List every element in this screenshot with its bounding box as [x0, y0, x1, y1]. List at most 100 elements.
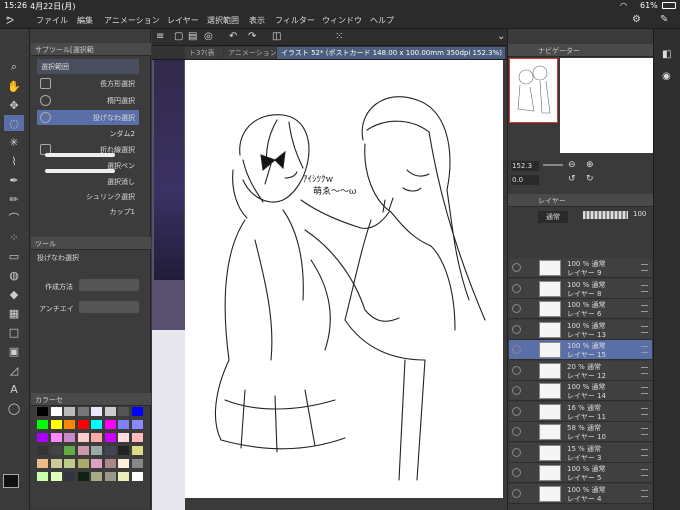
frame-icon[interactable]: ▣ — [4, 343, 24, 359]
color-swatch[interactable] — [91, 433, 102, 442]
layer-row[interactable]: 100 % 通常 レイヤー 6 — [509, 299, 652, 319]
color-swatch[interactable] — [50, 446, 62, 455]
move-icon[interactable]: ✥ — [4, 97, 24, 113]
menu-view[interactable]: 表示 — [249, 15, 265, 26]
color-swatch[interactable] — [131, 420, 143, 429]
object-icon[interactable]: ◉ — [662, 71, 671, 82]
subtool-shrink-select[interactable]: シュリンク選択 — [37, 189, 139, 204]
magic-wand-icon[interactable]: ✳ — [4, 134, 24, 150]
drawing-canvas[interactable]: ｱｲｼﾂｸw 萌ゑ〜〜ω — [185, 60, 503, 498]
color-swatch[interactable] — [64, 446, 75, 455]
tab-illustration-52[interactable]: イラスト 52* (ポストカード 148.00 x 100.00mm 350dp… — [277, 47, 505, 59]
eraser-icon[interactable]: ▭ — [4, 248, 24, 264]
color-swatch[interactable] — [118, 459, 129, 468]
rotate-right-icon[interactable]: ↻ — [586, 174, 594, 184]
opacity-slider[interactable] — [583, 211, 628, 219]
layer-row[interactable]: 100 % 通常 レイヤー 13 — [509, 319, 652, 340]
color-swatch[interactable] — [64, 420, 75, 429]
hand-icon[interactable]: ✋ — [4, 78, 24, 94]
blend-icon[interactable]: ◍ — [4, 267, 24, 283]
layer-options-icon[interactable] — [641, 448, 648, 456]
layer-row[interactable]: 15 % 通常 レイヤー 3 — [509, 442, 652, 463]
layer-row[interactable]: 100 % 通常 レイヤー 4 — [509, 483, 652, 504]
color-swatch[interactable] — [64, 407, 75, 416]
subtool-lasso-select[interactable]: 投げなわ選択 — [37, 110, 139, 125]
visibility-icon[interactable] — [512, 263, 521, 272]
color-swatch[interactable] — [37, 446, 48, 455]
color-swatch[interactable] — [37, 459, 48, 468]
color-swatch[interactable] — [50, 472, 62, 481]
color-swatch[interactable] — [77, 433, 89, 442]
color-swatch[interactable] — [50, 459, 62, 468]
zoom-icon[interactable]: ⌕ — [4, 59, 24, 75]
rotate-left-icon[interactable]: ↺ — [568, 174, 576, 184]
visibility-icon[interactable] — [512, 468, 521, 477]
undo-icon[interactable]: ↶ — [229, 31, 237, 42]
gradient-icon[interactable]: ▦ — [4, 305, 24, 321]
color-swatch[interactable] — [77, 407, 89, 416]
menu-filter[interactable]: フィルター — [275, 15, 315, 26]
color-swatch[interactable] — [104, 446, 116, 455]
color-swatch[interactable] — [64, 433, 75, 442]
subtool-cup1[interactable]: カップ1 — [37, 204, 139, 219]
menu-window[interactable]: ウィンドウ — [322, 15, 362, 26]
airbrush-icon[interactable]: ⁘ — [4, 229, 24, 245]
wrench-icon[interactable]: ✎ — [660, 14, 668, 25]
layer-options-icon[interactable] — [641, 387, 648, 394]
color-swatch[interactable] — [104, 407, 116, 416]
layer-options-icon[interactable] — [641, 305, 648, 312]
color-swatch[interactable] — [131, 407, 143, 416]
color-swatch[interactable] — [131, 433, 143, 442]
color-swatch[interactable] — [104, 433, 116, 442]
color-swatch[interactable] — [118, 472, 129, 481]
menu-edit[interactable]: 編集 — [77, 15, 93, 26]
layer-row[interactable]: 20 % 通常 レイヤー 12 — [509, 360, 652, 381]
chevron-down-icon[interactable]: ⌄ — [497, 31, 505, 42]
visibility-icon[interactable] — [512, 304, 521, 313]
color-swatch[interactable] — [37, 433, 48, 442]
layer-options-icon[interactable] — [641, 284, 648, 292]
layer-options-icon[interactable] — [641, 264, 648, 271]
pencil-icon[interactable]: ✏ — [4, 191, 24, 207]
layer-options-icon[interactable] — [641, 366, 648, 374]
color-swatch[interactable] — [104, 459, 116, 468]
navigator-thumbnail[interactable] — [509, 58, 558, 123]
layer-options-icon[interactable] — [641, 469, 648, 476]
color-swatch[interactable] — [64, 472, 75, 481]
color-swatch[interactable] — [91, 420, 102, 429]
visibility-icon[interactable] — [512, 283, 521, 293]
save-icon[interactable]: ◎ — [204, 31, 213, 42]
color-swatch[interactable] — [91, 407, 102, 416]
color-swatch[interactable] — [131, 472, 143, 481]
color-swatch[interactable] — [37, 407, 48, 416]
color-swatch[interactable] — [91, 459, 102, 468]
zoom-value[interactable]: 152.3 — [511, 161, 539, 171]
color-swatch[interactable] — [91, 472, 102, 481]
color-swatch[interactable] — [118, 433, 129, 442]
visibility-icon[interactable] — [512, 386, 521, 395]
app-logo-icon[interactable]: ᕗ — [6, 14, 14, 27]
open-icon[interactable]: ▤ — [188, 31, 197, 42]
zoom-out-icon[interactable]: ⊖ — [568, 160, 576, 170]
menu-help[interactable]: ヘルプ — [370, 15, 394, 26]
subtool-selection-eraser[interactable]: 選択消し — [37, 174, 139, 189]
redo-icon[interactable]: ↷ — [248, 31, 256, 42]
color-swatch[interactable] — [77, 446, 89, 455]
layer-row[interactable]: 100 % 通常 レイヤー 5 — [509, 463, 652, 483]
figure-icon[interactable]: □ — [4, 324, 24, 340]
tab-document-1[interactable]: ト37(表 — [185, 47, 223, 59]
layer-row[interactable]: 100 % 通常 レイヤー 8 — [509, 278, 652, 299]
color-swatch[interactable] — [64, 459, 75, 468]
subtool-ellipse-select[interactable]: 楕円選択 — [37, 93, 139, 108]
pen-icon[interactable]: ✒ — [4, 172, 24, 188]
layer-row[interactable]: 100 % 通常 レイヤー 15 — [509, 340, 652, 360]
ruler-icon[interactable]: ◿ — [4, 362, 24, 378]
color-swatch[interactable] — [104, 420, 116, 429]
layer-tools-row-2[interactable] — [511, 240, 651, 252]
layer-options-icon[interactable] — [641, 428, 648, 435]
color-swatch[interactable] — [37, 472, 48, 481]
visibility-icon[interactable] — [512, 427, 521, 436]
visibility-icon[interactable] — [512, 365, 521, 375]
color-swatch[interactable] — [50, 407, 62, 416]
creation-method-buttons[interactable] — [79, 279, 139, 291]
